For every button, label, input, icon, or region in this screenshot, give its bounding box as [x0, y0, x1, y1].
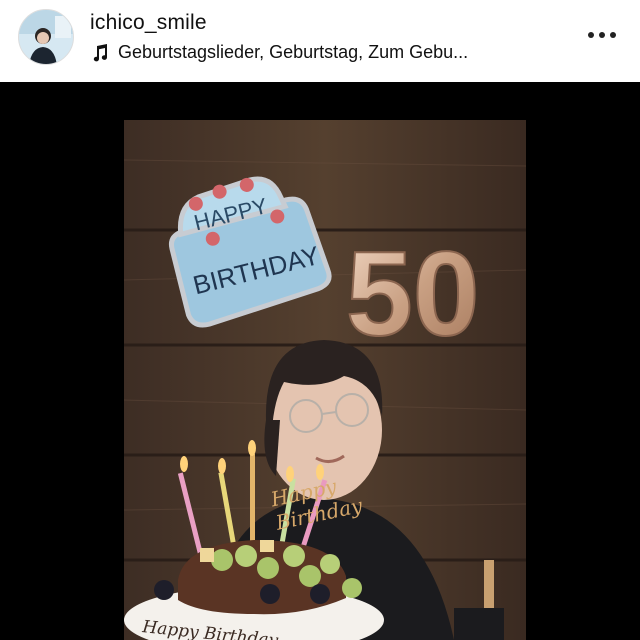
post-header: ichico_smile Geburtstagslieder, Geburtst…: [0, 0, 640, 82]
audio-track[interactable]: Geburtstagslieder, Geburtstag, Zum Gebu.…: [90, 42, 560, 63]
birthday-photo-illustration: HAPPY BIRTHDAY 50 Happy Birthday Happy B…: [124, 120, 526, 640]
number-balloons: 50: [346, 227, 479, 361]
music-note-icon: [93, 43, 108, 61]
post-photo[interactable]: HAPPY BIRTHDAY 50 Happy Birthday Happy B…: [124, 120, 526, 640]
audio-title: Geburtstagslieder, Geburtstag, Zum Gebu.…: [118, 42, 469, 62]
avatar[interactable]: [18, 9, 74, 65]
more-options-button[interactable]: [578, 22, 626, 48]
username[interactable]: ichico_smile: [90, 11, 207, 35]
post-media-area[interactable]: HAPPY BIRTHDAY 50 Happy Birthday Happy B…: [0, 82, 640, 640]
more-options-icon: [588, 32, 616, 38]
